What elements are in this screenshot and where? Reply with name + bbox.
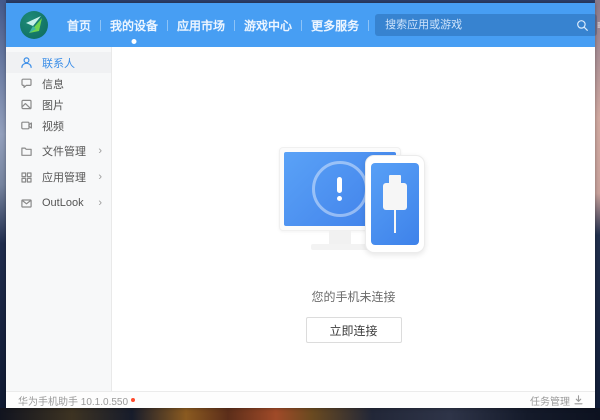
sidebar-item-videos[interactable]: 视频 [6, 115, 111, 136]
nav-home[interactable]: 首页 [58, 3, 100, 47]
nav-app-market[interactable]: 应用市场 [168, 3, 234, 47]
sidebar-item-outlook[interactable]: OutLook › [6, 192, 111, 214]
chevron-right-icon: › [98, 196, 102, 209]
pictures-icon [20, 98, 33, 111]
sidebar-item-messages[interactable]: 信息 [6, 73, 111, 94]
chevron-right-icon: › [98, 144, 102, 157]
download-icon [574, 395, 583, 405]
update-notification-dot [131, 398, 136, 402]
statusbar: 华为手机助手 10.1.0.550 任务管理 [6, 391, 595, 408]
nav-divider [368, 19, 370, 31]
chevron-right-icon: › [98, 170, 102, 183]
messages-icon [20, 77, 33, 90]
videos-icon [20, 119, 33, 132]
connect-now-button[interactable]: 立即连接 [305, 317, 402, 343]
nav-game-center[interactable]: 游戏中心 [235, 3, 301, 47]
phone-graphic [364, 155, 425, 253]
hisuite-logo [20, 11, 48, 39]
hisuite-window: 首页 我的设备 应用市场 游戏中心 更多服务 ≡ — □ ✕ [6, 3, 600, 408]
exclamation-icon [311, 161, 368, 217]
connection-status-text: 您的手机未连接 [311, 290, 396, 304]
app-version-text: 华为手机助手 10.1.0.550 [18, 396, 129, 408]
titlebar: 首页 我的设备 应用市场 游戏中心 更多服务 ≡ — □ ✕ [6, 3, 600, 47]
contacts-icon [20, 56, 33, 69]
task-manager-button[interactable]: 任务管理 [530, 393, 583, 408]
envelope-icon [20, 197, 33, 210]
desktop-taskbar-strip [0, 408, 600, 420]
sidebar: 联系人 信息 图片 视频 文件管理 › 应用管理 › OutLook › [6, 47, 112, 391]
main-nav: 首页 我的设备 应用市场 游戏中心 更多服务 [58, 3, 370, 47]
usb-connector-icon [382, 175, 407, 233]
nav-more-services[interactable]: 更多服务 [302, 3, 368, 47]
sidebar-item-file-management[interactable]: 文件管理 › [6, 140, 111, 162]
desktop-edge-right [595, 0, 600, 420]
search-icon [577, 19, 588, 31]
sidebar-item-app-management[interactable]: 应用管理 › [6, 166, 111, 188]
sidebar-item-pictures[interactable]: 图片 [6, 94, 111, 115]
apps-grid-icon [20, 171, 33, 184]
search-input[interactable] [383, 18, 577, 32]
search-box[interactable] [375, 14, 598, 36]
window-body: 联系人 信息 图片 视频 文件管理 › 应用管理 › OutLook › 您的手… [6, 47, 595, 391]
task-manager-label: 任务管理 [530, 396, 570, 408]
folder-icon [20, 145, 33, 158]
sidebar-item-contacts[interactable]: 联系人 [6, 52, 111, 73]
nav-my-devices[interactable]: 我的设备 [101, 3, 167, 47]
disconnected-illustration [278, 145, 429, 270]
device-not-connected-panel: 您的手机未连接 立即连接 [112, 47, 595, 391]
